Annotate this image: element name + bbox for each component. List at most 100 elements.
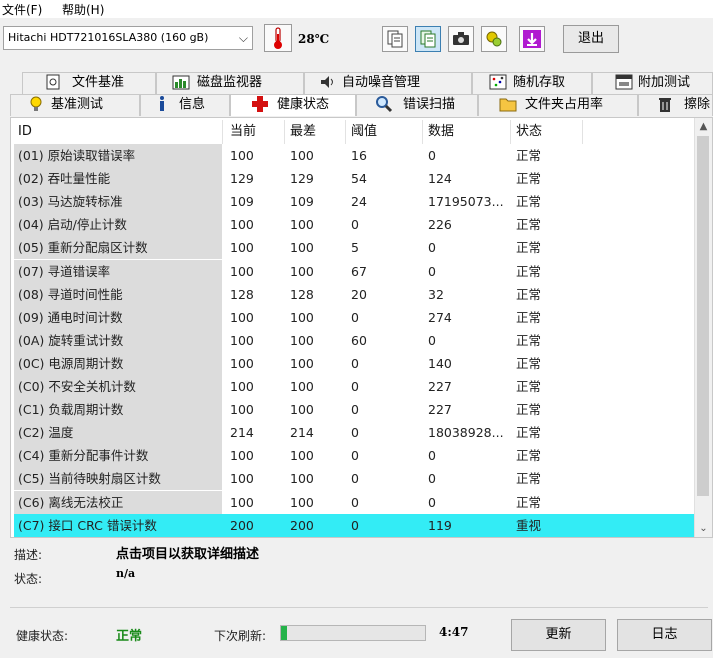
cell-current: 214: [230, 425, 254, 441]
cell-data: 119: [428, 517, 452, 533]
cell-id: (05) 重新分配扇区计数: [14, 236, 222, 260]
table-row[interactable]: (0A) 旋转重试计数 100 100 60 0 正常: [14, 328, 694, 352]
cell-current: 128: [230, 286, 254, 302]
refresh-button[interactable]: 更新: [511, 619, 606, 651]
cell-id: (C4) 重新分配事件计数: [14, 444, 222, 468]
smart-table-panel: ID 当前 最差 阈值 数据 状态 (01) 原始读取错误率 100 100 16 0 正…: [10, 117, 713, 538]
tab-erase[interactable]: 擦除: [638, 94, 713, 116]
tab-folder-usage[interactable]: 文件夹占用率: [478, 94, 638, 116]
tab-benchmark[interactable]: 基准测试: [10, 94, 140, 116]
cell-data: 0: [428, 263, 436, 279]
table-row[interactable]: (0C) 电源周期计数 100 100 0 140 正常: [14, 351, 694, 375]
cell-data: 0: [428, 494, 436, 510]
scroll-down-icon[interactable]: ⌄: [695, 520, 712, 537]
table-row[interactable]: (09) 通电时间计数 100 100 0 274 正常: [14, 305, 694, 329]
table-row[interactable]: (07) 寻道错误率 100 100 67 0 正常: [14, 259, 694, 283]
table-row[interactable]: (08) 寻道时间性能 128 128 20 32 正常: [14, 282, 694, 306]
column-header-current[interactable]: 当前: [230, 120, 257, 143]
table-row[interactable]: (03) 马达旋转标准 109 109 24 17195073... 正常: [14, 190, 694, 214]
save-download-button[interactable]: [519, 26, 545, 52]
cell-id: (C1) 负载周期计数: [14, 398, 222, 422]
table-row[interactable]: (01) 原始读取错误率 100 100 16 0 正常: [14, 144, 694, 167]
toolbar: Hitachi HDT721016SLA380 (160 gB) ⌵ 28℃ 退…: [0, 18, 713, 68]
copy-info-button[interactable]: [382, 26, 408, 52]
exit-button[interactable]: 退出: [563, 25, 619, 53]
column-header-data[interactable]: 数据: [428, 120, 455, 143]
cell-status: 正常: [516, 240, 542, 256]
tab-label: 随机存取: [513, 75, 566, 90]
tab-info[interactable]: 信息: [140, 94, 230, 116]
cell-status: 正常: [516, 494, 542, 510]
cell-status: 重视: [516, 517, 542, 533]
menu-help[interactable]: 帮助(H): [62, 1, 104, 18]
scroll-up-icon[interactable]: ▲: [695, 118, 712, 135]
attribute-status-value: n/a: [116, 567, 136, 580]
tab-health[interactable]: 健康状态: [230, 94, 356, 116]
table-row[interactable]: (04) 启动/停止计数 100 100 0 226 正常: [14, 213, 694, 237]
cell-threshold: 0: [351, 517, 359, 533]
scrollbar-thumb[interactable]: [697, 136, 709, 496]
description-value: 点击项目以获取详细描述: [116, 547, 260, 562]
table-row[interactable]: (C0) 不安全关机计数 100 100 0 227 正常: [14, 375, 694, 398]
cell-data: 32: [428, 286, 444, 302]
column-header-threshold[interactable]: 阈值: [351, 120, 378, 143]
cell-worst: 100: [290, 402, 314, 418]
tab-error-scan[interactable]: 错误扫描: [356, 94, 478, 116]
drive-select[interactable]: Hitachi HDT721016SLA380 (160 gB) ⌵: [3, 26, 253, 50]
table-row[interactable]: (C2) 温度 214 214 0 18038928... 正常: [14, 421, 694, 445]
magnifier-icon: [375, 95, 393, 115]
table-row[interactable]: (C6) 离线无法校正 100 100 0 0 正常: [14, 490, 694, 514]
cell-id: (01) 原始读取错误率: [14, 144, 222, 167]
thermometer-icon: [264, 24, 292, 52]
options-button[interactable]: [481, 26, 507, 52]
table-row[interactable]: (C5) 当前待映射扇区计数 100 100 0 0 正常: [14, 467, 694, 491]
cell-data: 0: [428, 240, 436, 256]
tab-disk-monitor[interactable]: 磁盘监视器: [156, 72, 304, 94]
cell-worst: 100: [290, 263, 314, 279]
table-row[interactable]: (05) 重新分配扇区计数 100 100 5 0 正常: [14, 236, 694, 260]
cell-current: 100: [230, 402, 254, 418]
table-row[interactable]: (C4) 重新分配事件计数 100 100 0 0 正常: [14, 444, 694, 468]
cell-worst: 100: [290, 494, 314, 510]
tab-label: 健康状态: [277, 97, 330, 112]
cell-current: 100: [230, 332, 254, 348]
cell-status: 正常: [516, 217, 542, 233]
tab-file-benchmark[interactable]: 文件基准: [22, 72, 156, 94]
table-header: ID 当前 最差 阈值 数据 状态: [14, 120, 694, 144]
cell-threshold: 0: [351, 494, 359, 510]
camera-screenshot-button[interactable]: [448, 26, 474, 52]
cell-status: 正常: [516, 471, 542, 487]
lightbulb-icon: [29, 95, 43, 115]
tab-random-access[interactable]: 随机存取: [472, 72, 592, 94]
divider: [10, 607, 708, 608]
cell-status: 正常: [516, 148, 542, 163]
column-divider: [222, 120, 223, 144]
column-header-status[interactable]: 状态: [516, 120, 543, 143]
table-row[interactable]: (C1) 负载周期计数 100 100 0 227 正常: [14, 398, 694, 422]
smart-attribute-table: ID 当前 最差 阈值 数据 状态 (01) 原始读取错误率 100 100 16 0 正…: [14, 120, 694, 538]
tab-extra-tests[interactable]: 附加测试: [592, 72, 713, 94]
tab-noise-management[interactable]: 自动噪音管理: [304, 72, 472, 94]
cell-threshold: 0: [351, 309, 359, 325]
table-row[interactable]: (C7) 接口 CRC 错误计数 200 200 0 119 重视: [14, 513, 694, 537]
cell-id: (C0) 不安全关机计数: [14, 375, 222, 398]
drive-select-value: Hitachi HDT721016SLA380 (160 gB): [8, 31, 209, 44]
column-divider: [582, 120, 583, 144]
cell-id: (04) 启动/停止计数: [14, 213, 222, 237]
column-divider: [284, 120, 285, 144]
cell-id: (C5) 当前待映射扇区计数: [14, 467, 222, 491]
cell-threshold: 5: [351, 240, 359, 256]
cell-data: 18038928...: [428, 425, 504, 441]
cell-threshold: 54: [351, 171, 367, 187]
cell-status: 正常: [516, 379, 542, 394]
vertical-scrollbar[interactable]: ▲ ⌄: [694, 118, 712, 537]
copy-text-button[interactable]: [415, 26, 441, 52]
log-button[interactable]: 日志: [617, 619, 712, 651]
column-header-worst[interactable]: 最差: [290, 120, 317, 143]
menu-file[interactable]: 文件(F): [2, 1, 42, 18]
description-label: 描述:: [14, 548, 43, 562]
cell-threshold: 0: [351, 425, 359, 441]
cell-current: 100: [230, 263, 254, 279]
column-header-id[interactable]: ID: [14, 120, 222, 143]
table-row[interactable]: (02) 吞吐量性能 129 129 54 124 正常: [14, 167, 694, 191]
